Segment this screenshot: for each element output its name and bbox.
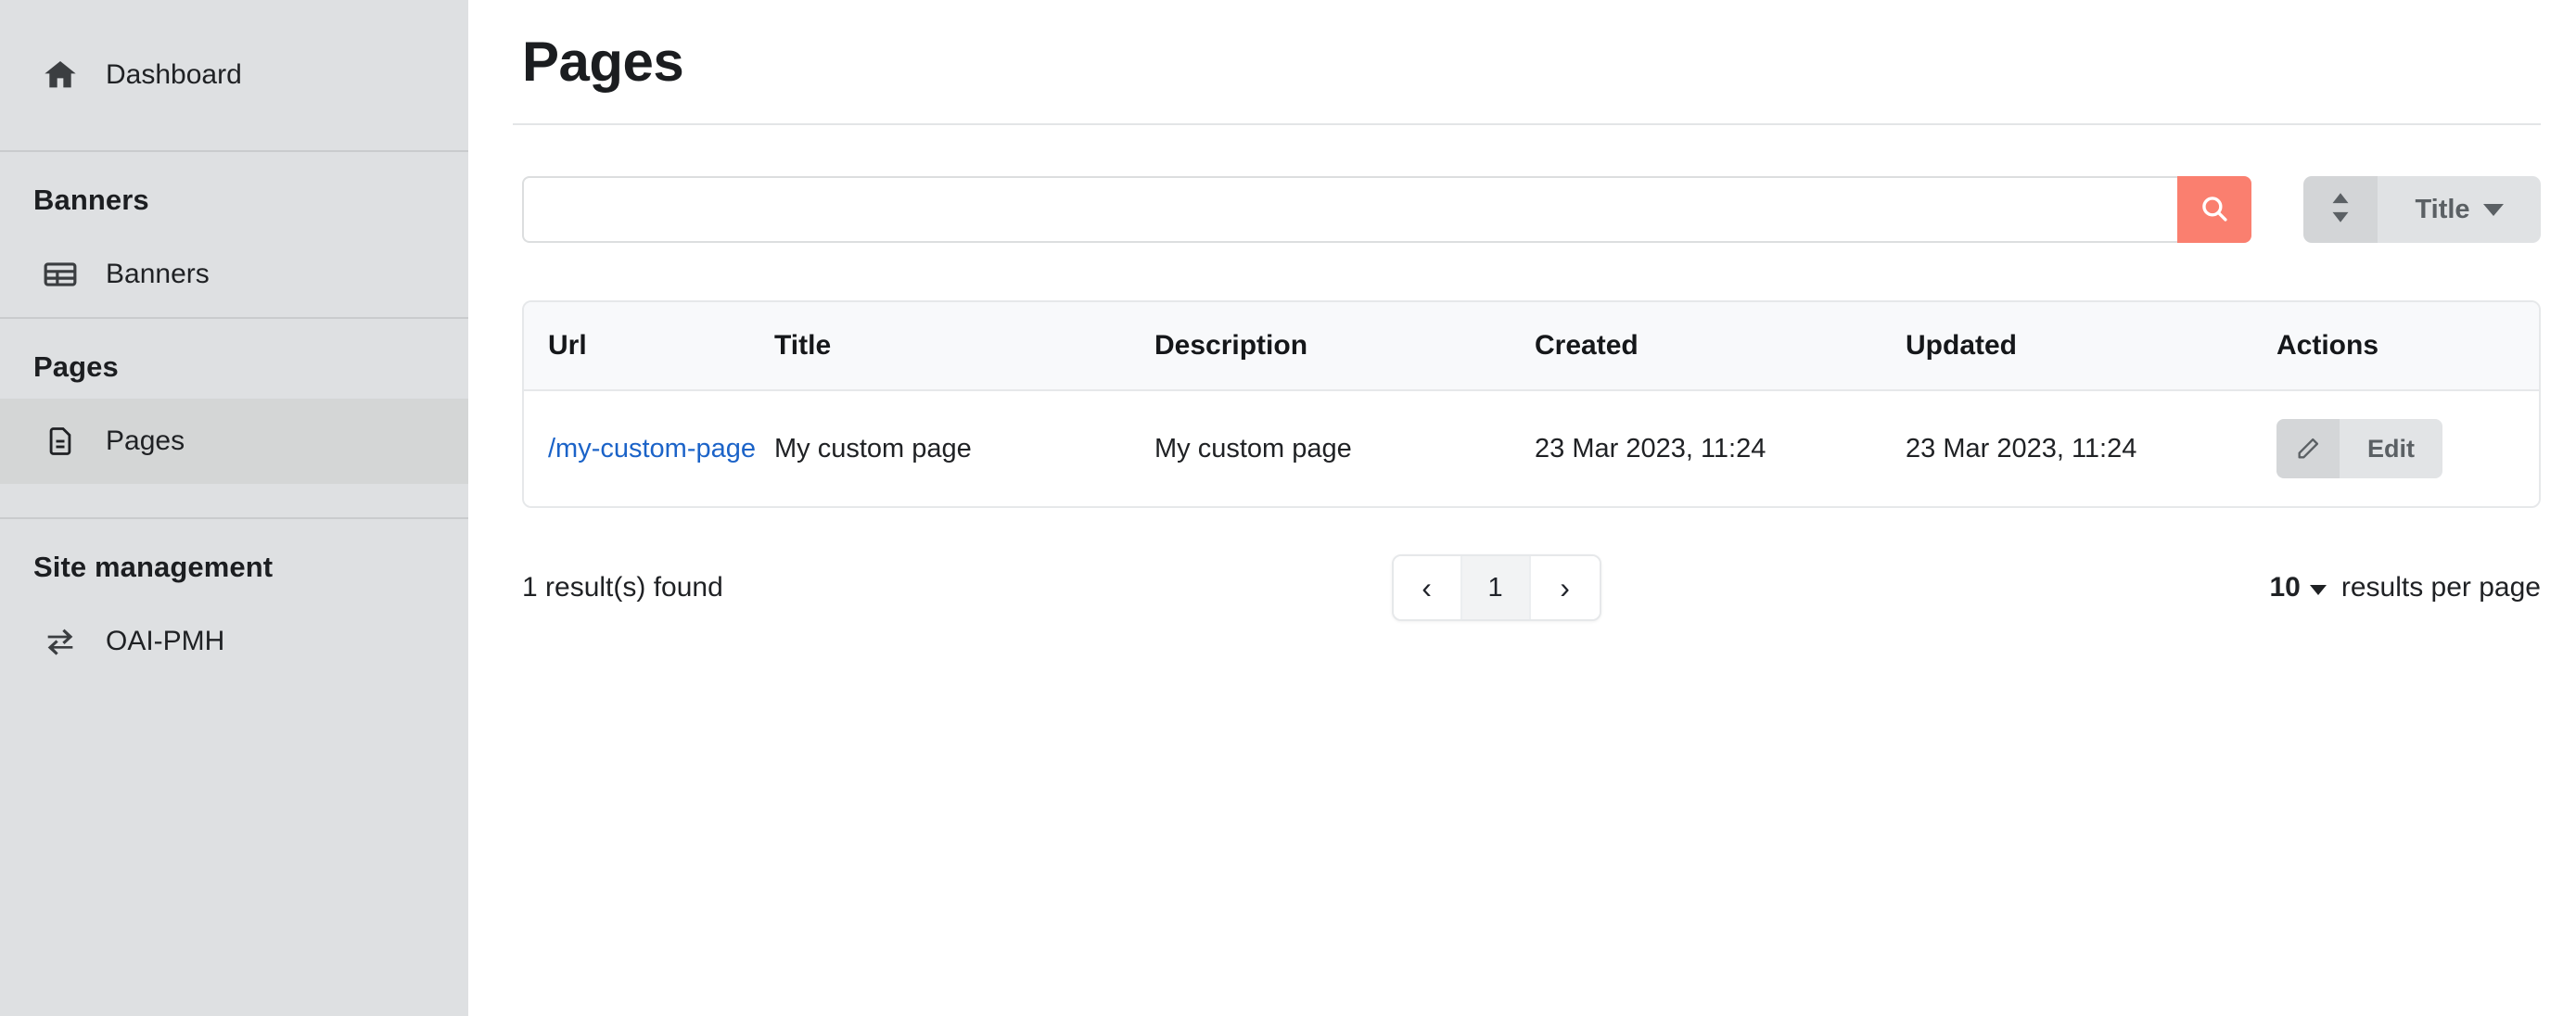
per-page-value: 10 [2269, 572, 2300, 603]
sidebar-section-title: Site management [0, 519, 468, 599]
search-input[interactable] [522, 176, 2177, 243]
title-divider [513, 123, 2541, 125]
document-icon [41, 422, 80, 461]
sidebar-section-banners: Banners Banners [0, 152, 468, 319]
chevron-down-icon [2483, 204, 2504, 216]
column-header-actions: Actions [2276, 302, 2539, 390]
column-header-url[interactable]: Url [524, 302, 774, 390]
app-root: Dashboard Banners Banners Pages [0, 0, 2576, 1016]
sort-controls: Title [2303, 176, 2541, 243]
sidebar-section-site-management: Site management OAI-PMH [0, 519, 468, 684]
per-page-dropdown[interactable]: 10 [2269, 572, 2326, 603]
column-header-created[interactable]: Created [1535, 302, 1906, 390]
results-table: Url Title Description Created Updated Ac… [524, 302, 2539, 506]
cell-updated: 23 Mar 2023, 11:24 [1906, 390, 2276, 506]
table-row: /my-custom-page My custom page My custom… [524, 390, 2539, 506]
search-button[interactable] [2177, 176, 2251, 243]
sidebar-item-label: OAI-PMH [106, 628, 224, 655]
cell-created: 23 Mar 2023, 11:24 [1535, 390, 1906, 506]
table-head: Url Title Description Created Updated Ac… [524, 302, 2539, 390]
page-url-link[interactable]: /my-custom-page [548, 434, 756, 464]
search-icon [2199, 193, 2230, 227]
column-header-description[interactable]: Description [1154, 302, 1535, 390]
cell-title: My custom page [774, 390, 1154, 506]
sidebar-item-dashboard[interactable]: Dashboard [0, 0, 468, 150]
swap-arrows-icon [41, 622, 80, 661]
cell-description: My custom page [1154, 390, 1535, 506]
sidebar-item-label: Dashboard [106, 61, 242, 89]
result-count-label: 1 result(s) found [522, 572, 723, 603]
home-icon [41, 56, 80, 95]
sort-field-label: Title [2415, 195, 2469, 225]
pagination-page-1[interactable]: 1 [1462, 556, 1531, 619]
sidebar: Dashboard Banners Banners Pages [0, 0, 468, 1016]
sidebar-item-pages[interactable]: Pages [0, 399, 468, 484]
page-title: Pages [513, 0, 2541, 94]
table-footer: 1 result(s) found ‹ 1 › 10 results per p… [522, 554, 2541, 621]
sidebar-item-oai-pmh[interactable]: OAI-PMH [0, 599, 468, 684]
sidebar-spacer [0, 484, 468, 517]
table-header-row: Url Title Description Created Updated Ac… [524, 302, 2539, 390]
table-body: /my-custom-page My custom page My custom… [524, 390, 2539, 506]
sidebar-section-main: Dashboard [0, 0, 468, 152]
search-toolbar: Title [513, 176, 2541, 243]
sort-updown-icon [2328, 192, 2353, 228]
pagination: ‹ 1 › [1392, 554, 1601, 621]
sort-field-dropdown[interactable]: Title [2378, 176, 2541, 243]
sidebar-item-banners[interactable]: Banners [0, 232, 468, 317]
cell-actions: Edit [2276, 390, 2539, 506]
search-field-group [522, 176, 2251, 243]
results-table-card: Url Title Description Created Updated Ac… [522, 300, 2541, 508]
edit-button-label: Edit [2340, 419, 2442, 478]
pagination-next-button[interactable]: › [1531, 556, 1600, 619]
table-grid-icon [41, 255, 80, 294]
sidebar-section-title: Pages [0, 319, 468, 399]
pagination-prev-button[interactable]: ‹ [1394, 556, 1462, 619]
chevron-down-icon [2310, 585, 2327, 595]
edit-button[interactable]: Edit [2276, 419, 2442, 478]
sidebar-section-title: Banners [0, 152, 468, 232]
sidebar-item-label: Banners [106, 260, 210, 288]
per-page-label: results per page [2341, 572, 2541, 603]
cell-url: /my-custom-page [524, 390, 774, 506]
pencil-icon [2276, 419, 2340, 478]
main-content: Pages [468, 0, 2576, 1016]
per-page-control: 10 results per page [2269, 572, 2541, 603]
sidebar-section-pages: Pages Pages [0, 319, 468, 519]
column-header-title[interactable]: Title [774, 302, 1154, 390]
sort-direction-button[interactable] [2303, 176, 2378, 243]
sidebar-item-label: Pages [106, 427, 185, 455]
column-header-updated[interactable]: Updated [1906, 302, 2276, 390]
